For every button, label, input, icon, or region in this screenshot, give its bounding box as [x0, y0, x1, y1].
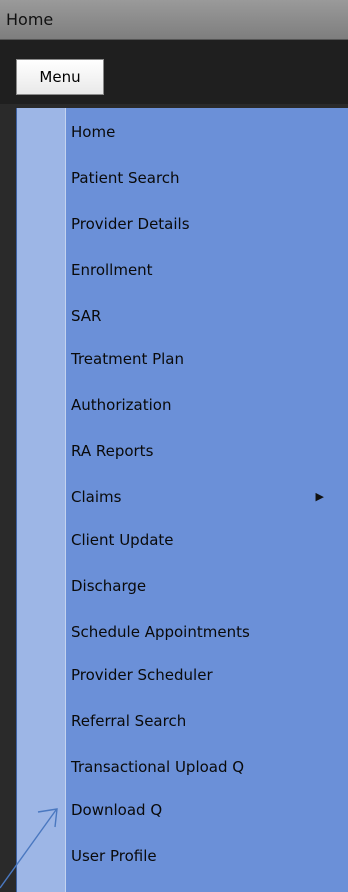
menu-item-discharge[interactable]: Discharge: [49, 568, 332, 604]
menu-item-label: Patient Search: [71, 169, 180, 187]
menu-item-patient-search[interactable]: Patient Search: [49, 160, 332, 196]
menu-item-home[interactable]: Home: [49, 114, 332, 150]
menu-item-referral-search[interactable]: Referral Search: [49, 703, 332, 739]
menu-item-provider-scheduler[interactable]: Provider Scheduler: [49, 657, 332, 693]
menu-item-client-update[interactable]: Client Update: [49, 522, 332, 558]
chevron-right-icon: ▶: [315, 490, 324, 503]
menu-item-label: Download Q: [71, 801, 163, 819]
menu-item-label: Transactional Upload Q: [71, 758, 245, 776]
menu-item-label: Home: [71, 123, 116, 141]
menu-item-user-profile[interactable]: User Profile: [49, 838, 332, 874]
menu-item-ra-reports[interactable]: RA Reports: [49, 433, 332, 469]
menu-item-label: User Profile: [71, 847, 157, 865]
menu-item-label: Authorization: [71, 396, 172, 414]
app-window: Home Menu Home Patient Search Provider D…: [0, 0, 348, 892]
menu-item-schedule-appointments[interactable]: Schedule Appointments: [49, 614, 332, 650]
menu-item-provider-details[interactable]: Provider Details: [49, 206, 332, 242]
menu-button[interactable]: Menu: [16, 59, 104, 95]
menu-item-treatment-plan[interactable]: Treatment Plan: [49, 341, 332, 377]
menu-item-claims[interactable]: Claims ▶: [49, 479, 332, 515]
menu-item-enrollment[interactable]: Enrollment: [49, 252, 332, 288]
menu-item-label: RA Reports: [71, 442, 154, 460]
menu-item-transactional-upload-q[interactable]: Transactional Upload Q: [49, 749, 332, 785]
menu-item-authorization[interactable]: Authorization: [49, 387, 332, 423]
menu-item-label: Enrollment: [71, 261, 153, 279]
menu-item-label: Provider Scheduler: [71, 666, 213, 684]
menu-item-label: Claims: [71, 488, 122, 506]
menu-item-sar[interactable]: SAR: [49, 298, 332, 334]
page-title: Home: [6, 10, 54, 29]
menu-item-download-q[interactable]: Download Q: [49, 792, 332, 828]
menu-item-label: SAR: [71, 307, 102, 325]
menu-item-label: Treatment Plan: [71, 350, 185, 368]
menu-item-label: Provider Details: [71, 215, 190, 233]
menu-item-label: Discharge: [71, 577, 147, 595]
menu-item-label: Referral Search: [71, 712, 187, 730]
menu-item-label: Schedule Appointments: [71, 623, 250, 641]
menu-item-label: Client Update: [71, 531, 174, 549]
title-bar: Home: [0, 0, 348, 40]
